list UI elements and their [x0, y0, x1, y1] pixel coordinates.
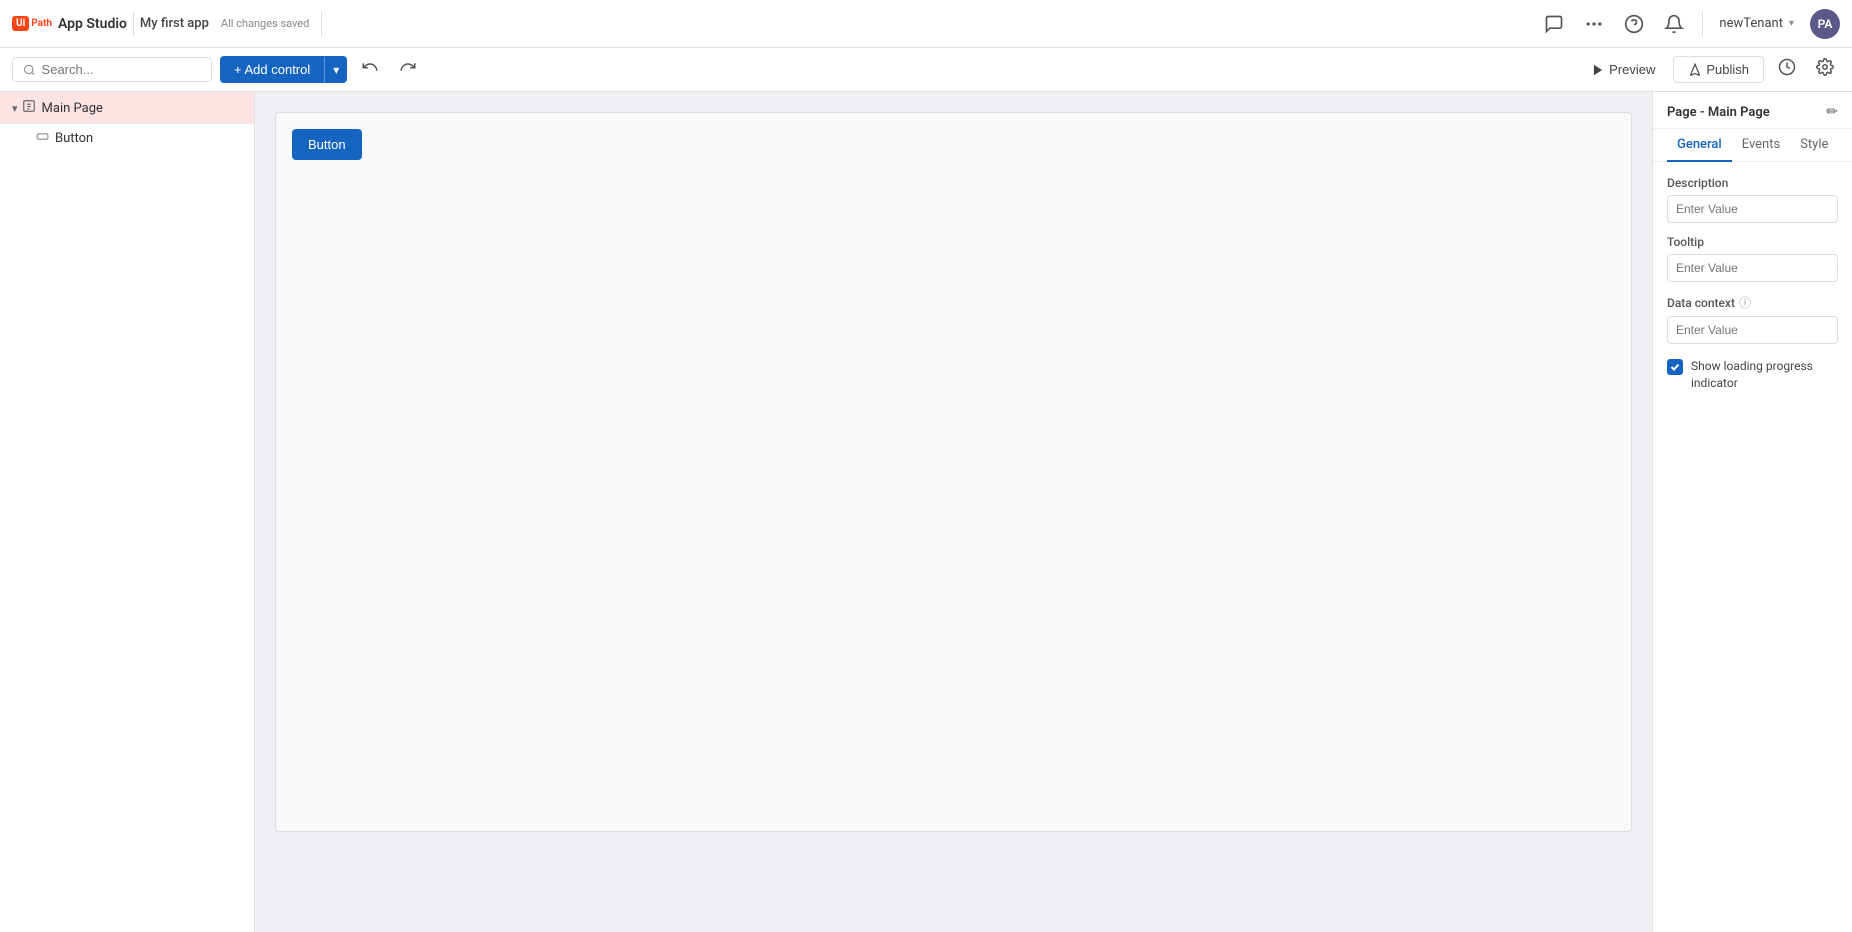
add-control-main[interactable]: + Add control — [220, 56, 324, 83]
redo-button[interactable] — [393, 54, 423, 85]
tooltip-input[interactable] — [1667, 254, 1838, 282]
description-input[interactable] — [1667, 195, 1838, 223]
history-button[interactable] — [1772, 54, 1802, 85]
topbar-divider2 — [1702, 12, 1703, 36]
app-name: My first app — [140, 16, 209, 31]
main-layout: ▾ Main Page Button Button Page - Main Pa… — [0, 92, 1852, 932]
sidebar-item-button[interactable]: Button — [0, 124, 254, 152]
topbar-divider — [133, 12, 134, 36]
canvas-button[interactable]: Button — [292, 129, 362, 160]
publish-icon — [1688, 63, 1702, 77]
canvas-area: Button — [255, 92, 1652, 932]
tooltip-label: Tooltip — [1667, 235, 1838, 249]
tenant-selector[interactable]: newTenant ▾ — [1719, 16, 1794, 31]
add-control-dropdown[interactable]: ▾ — [324, 57, 347, 83]
panel-body: Description Tooltip Data context ⓘ Show … — [1653, 162, 1852, 406]
canvas-page[interactable]: Button — [275, 112, 1632, 832]
checkmark-icon — [1670, 362, 1680, 372]
page-icon — [22, 99, 36, 117]
sidebar: ▾ Main Page Button — [0, 92, 255, 932]
preview-icon — [1591, 63, 1605, 77]
redo-icon — [399, 58, 417, 76]
panel-title: Page - Main Page — [1667, 105, 1770, 120]
avatar[interactable]: PA — [1810, 9, 1840, 39]
toolbar-right: Preview Publish — [1581, 54, 1840, 85]
toolbar: + Add control ▾ Preview Publish — [0, 48, 1852, 92]
tab-style[interactable]: Style — [1790, 129, 1838, 162]
search-icon — [23, 63, 36, 77]
panel-header: Page - Main Page ✏ — [1653, 92, 1852, 129]
edit-icon[interactable]: ✏ — [1826, 104, 1838, 120]
history-icon — [1778, 58, 1796, 76]
settings-icon — [1816, 58, 1834, 76]
button-icon — [36, 130, 49, 146]
undo-button[interactable] — [355, 54, 385, 85]
search-input[interactable] — [42, 62, 201, 77]
notifications-icon[interactable] — [1662, 12, 1686, 36]
sidebar-item-mainpage[interactable]: ▾ Main Page — [0, 92, 254, 124]
more-options-icon[interactable] — [1582, 12, 1606, 36]
show-loading-label: Show loading progress indicator — [1691, 358, 1838, 392]
info-icon[interactable]: ⓘ — [1739, 294, 1751, 311]
uipath-logo: Ui Path — [12, 16, 52, 31]
tenant-label: newTenant — [1719, 16, 1783, 31]
logo-area: Ui Path App Studio My first app All chan… — [12, 12, 322, 36]
chat-icon[interactable] — [1542, 12, 1566, 36]
description-label: Description — [1667, 176, 1838, 190]
sidebar-mainpage-label: Main Page — [42, 101, 103, 116]
sidebar-button-label: Button — [55, 131, 93, 146]
right-panel: Page - Main Page ✏ General Events Style … — [1652, 92, 1852, 932]
topbar: Ui Path App Studio My first app All chan… — [0, 0, 1852, 48]
topbar-icons: newTenant ▾ PA — [1542, 9, 1840, 39]
show-loading-checkbox[interactable] — [1667, 359, 1683, 375]
data-context-label: Data context ⓘ — [1667, 294, 1838, 311]
chevron-down-icon: ▾ — [12, 102, 18, 115]
saved-status: All changes saved — [221, 17, 309, 30]
panel-tabs: General Events Style — [1653, 129, 1852, 162]
tab-general[interactable]: General — [1667, 129, 1732, 162]
search-box[interactable] — [12, 57, 212, 82]
help-icon[interactable] — [1622, 12, 1646, 36]
tenant-chevron-icon: ▾ — [1789, 18, 1794, 29]
data-context-input[interactable] — [1667, 316, 1838, 344]
studio-label: App Studio — [58, 16, 127, 32]
settings-button[interactable] — [1810, 54, 1840, 85]
undo-icon — [361, 58, 379, 76]
publish-button[interactable]: Publish — [1673, 56, 1764, 83]
add-control-button[interactable]: + Add control ▾ — [220, 56, 347, 83]
show-loading-checkbox-row: Show loading progress indicator — [1667, 358, 1838, 392]
preview-button[interactable]: Preview — [1581, 57, 1665, 82]
tab-events[interactable]: Events — [1732, 129, 1790, 162]
